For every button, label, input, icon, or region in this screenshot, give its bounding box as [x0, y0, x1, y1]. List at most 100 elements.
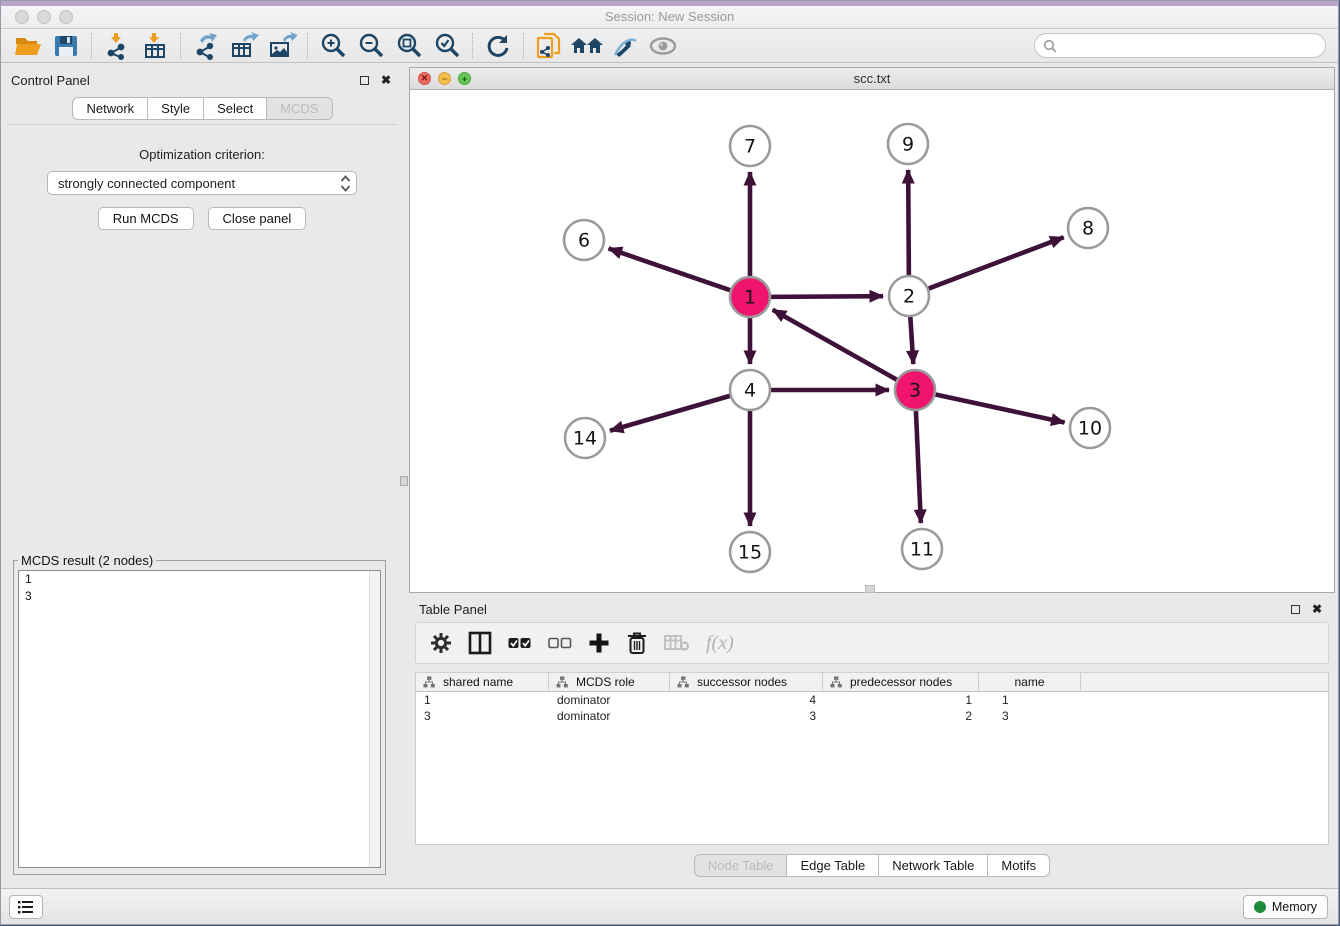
table-toolbar: f(x)	[415, 622, 1329, 664]
show-hide-graphics-eye-icon[interactable]	[644, 31, 682, 61]
search-icon	[1043, 39, 1057, 53]
memory-button[interactable]: Memory	[1243, 895, 1328, 919]
column-header-name[interactable]: name	[979, 673, 1081, 691]
run-mcds-button[interactable]: Run MCDS	[98, 207, 194, 230]
select-all-icon[interactable]	[508, 628, 532, 658]
graph-edge-3-10[interactable]	[936, 394, 1065, 422]
optimization-criterion-label: Optimization criterion:	[7, 147, 397, 162]
table-cell-name[interactable]: 3	[979, 709, 1081, 723]
table-cell-successor-nodes[interactable]: 4	[670, 693, 823, 707]
node-table: shared name MCDS role successor nodes pr…	[415, 672, 1329, 845]
table-cell-name[interactable]: 1	[979, 693, 1081, 707]
apply-style-icon[interactable]	[606, 31, 644, 61]
tab-network[interactable]: Network	[72, 97, 147, 120]
table-header-row: shared name MCDS role successor nodes pr…	[416, 673, 1328, 692]
column-header-predecessor-nodes[interactable]: predecessor nodes	[823, 673, 979, 691]
toolbar-separator	[91, 33, 92, 59]
export-network-icon[interactable]	[187, 31, 225, 61]
column-header-shared-name[interactable]: shared name	[416, 673, 549, 691]
hierarchy-icon	[677, 676, 689, 688]
table-row[interactable]: 3dominator323	[416, 708, 1328, 724]
zoom-selected-icon[interactable]	[428, 31, 466, 61]
zoom-in-icon[interactable]	[314, 31, 352, 61]
tab-motifs[interactable]: Motifs	[987, 854, 1050, 877]
show-networks-home-icon[interactable]	[568, 31, 606, 61]
graph-node-label-7: 7	[744, 136, 756, 158]
vertical-splitter-handle[interactable]	[400, 476, 408, 486]
search-input[interactable]	[1057, 36, 1325, 56]
table-cell-successor-nodes[interactable]: 3	[670, 709, 823, 723]
import-table-icon[interactable]	[136, 31, 174, 61]
close-panel-icon[interactable]: ✖	[378, 72, 394, 88]
graph-node-label-15: 15	[738, 542, 762, 564]
task-history-button[interactable]	[9, 895, 43, 919]
graph-node-label-4: 4	[744, 380, 756, 402]
window-titlebar: Session: New Session	[1, 1, 1338, 29]
titlebar-accent	[1, 1, 1338, 6]
table-row[interactable]: 1dominator411	[416, 692, 1328, 708]
toolbar-separator	[180, 33, 181, 59]
application-window: Session: New Session	[0, 0, 1339, 925]
graph-edge-4-14[interactable]	[610, 396, 730, 431]
split-view-icon[interactable]	[468, 628, 492, 658]
column-header-mcds-role[interactable]: MCDS role	[549, 673, 670, 691]
clear-selection-icon[interactable]	[548, 628, 572, 658]
table-cell-predecessor-nodes[interactable]: 1	[823, 693, 979, 707]
refresh-icon[interactable]	[479, 31, 517, 61]
float-table-panel-icon[interactable]	[1287, 601, 1303, 617]
table-body: 1dominator4113dominator323	[416, 692, 1328, 724]
graph-edge-2-8[interactable]	[929, 237, 1064, 288]
table-cell-mcds-role[interactable]: dominator	[549, 709, 670, 723]
tab-node-table[interactable]: Node Table	[694, 854, 787, 877]
table-cell-shared-name[interactable]: 3	[416, 709, 549, 723]
toolbar-separator	[307, 33, 308, 59]
tab-style[interactable]: Style	[147, 97, 203, 120]
tab-mcds[interactable]: MCDS	[266, 97, 332, 120]
float-panel-icon[interactable]	[356, 72, 372, 88]
result-scrollbar[interactable]	[369, 571, 380, 867]
graph-node-label-14: 14	[573, 428, 597, 450]
horizontal-splitter-handle[interactable]	[865, 585, 875, 593]
network-window-title: scc.txt	[410, 71, 1334, 86]
control-panel-title: Control Panel	[11, 73, 90, 88]
export-image-icon[interactable]	[263, 31, 301, 61]
new-network-from-file-icon[interactable]	[530, 31, 568, 61]
graph-node-label-10: 10	[1078, 418, 1102, 440]
tab-network-table[interactable]: Network Table	[878, 854, 987, 877]
mcds-tab-content: Optimization criterion: strongly connect…	[7, 124, 397, 883]
main-toolbar	[1, 29, 1338, 63]
tab-select[interactable]: Select	[203, 97, 266, 120]
graph-edge-3-11[interactable]	[916, 411, 921, 523]
import-network-icon[interactable]	[98, 31, 136, 61]
export-table-icon[interactable]	[225, 31, 263, 61]
optimization-criterion-dropdown[interactable]: strongly connected component	[47, 171, 357, 195]
add-column-icon[interactable]	[588, 628, 610, 658]
network-window-titlebar[interactable]: ✕ − + scc.txt	[410, 68, 1334, 90]
save-session-icon[interactable]	[47, 31, 85, 61]
graph-node-label-11: 11	[910, 539, 934, 561]
close-panel-button[interactable]: Close panel	[208, 207, 307, 230]
list-icon	[17, 899, 35, 915]
graph-edge-1-6[interactable]	[609, 248, 731, 290]
search-field[interactable]	[1034, 33, 1326, 58]
table-cell-shared-name[interactable]: 1	[416, 693, 549, 707]
open-session-icon[interactable]	[9, 31, 47, 61]
delete-column-trash-icon[interactable]	[626, 628, 648, 658]
table-cell-mcds-role[interactable]: dominator	[549, 693, 670, 707]
column-header-successor-nodes[interactable]: successor nodes	[670, 673, 823, 691]
close-table-panel-icon[interactable]: ✖	[1309, 601, 1325, 617]
zoom-fit-icon[interactable]	[390, 31, 428, 61]
mcds-result-list[interactable]: 13	[18, 570, 381, 868]
network-canvas[interactable]: 7968124314101511	[410, 90, 1334, 592]
graph-edge-3-1[interactable]	[773, 310, 897, 380]
table-cell-predecessor-nodes[interactable]: 2	[823, 709, 979, 723]
graph-edge-1-2[interactable]	[771, 296, 883, 297]
zoom-out-icon[interactable]	[352, 31, 390, 61]
graph-edge-2-3[interactable]	[910, 317, 913, 364]
mcds-result-title: MCDS result (2 nodes)	[18, 553, 156, 568]
graph-node-label-9: 9	[902, 134, 914, 156]
table-settings-gear-icon[interactable]	[430, 628, 452, 658]
function-builder-icon: f(x)	[706, 628, 734, 658]
graph-edge-2-9[interactable]	[908, 170, 909, 275]
tab-edge-table[interactable]: Edge Table	[786, 854, 878, 877]
